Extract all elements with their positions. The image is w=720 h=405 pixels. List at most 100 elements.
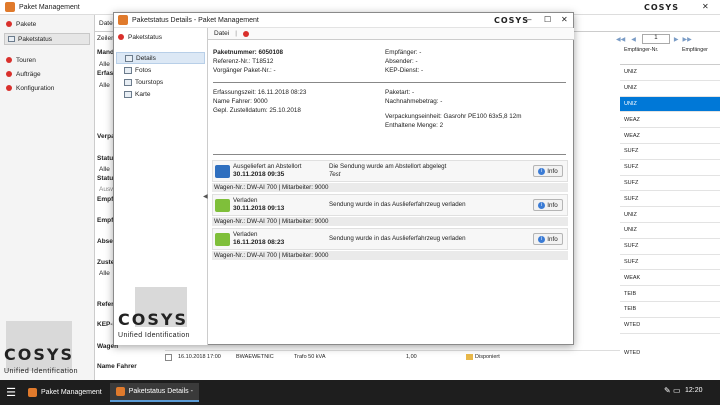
grid-cell: WEAZ <box>624 132 640 139</box>
grid-row[interactable]: WTED <box>620 318 720 334</box>
start-menu-icon[interactable]: ☰ <box>0 386 22 399</box>
grid-row[interactable]: UNIZ <box>620 207 720 223</box>
status-select[interactable]: Alle <box>99 166 110 173</box>
main-window-title: Paket Management <box>19 3 80 11</box>
mandant-label: Mand <box>97 49 114 56</box>
capture-info: Erfassungszeit: 16.11.2018 08:23 Name Fa… <box>213 88 383 115</box>
event-date: 16.11.2018 08:23 <box>233 239 285 246</box>
erfassung-select[interactable]: Alle <box>99 82 110 89</box>
app-icon <box>28 388 37 397</box>
sidebar-item-pakete[interactable]: Pakete <box>0 17 94 31</box>
info-button[interactable]: i Info <box>533 165 563 177</box>
row-code: BWAEWETNIC <box>236 354 274 360</box>
grid-row[interactable]: TEIB <box>620 286 720 302</box>
sidebar-item-konfiguration[interactable]: Konfiguration <box>0 81 94 95</box>
grid-row[interactable]: UNIZ <box>620 223 720 239</box>
grid-row[interactable]: SUFZ <box>620 144 720 160</box>
absender: Absender: - <box>385 58 418 65</box>
prev-page-icon[interactable]: ◀ <box>631 36 636 43</box>
grid-row[interactable]: WEAZ <box>620 128 720 144</box>
refresh-icon[interactable] <box>242 30 249 37</box>
minimize-icon[interactable]: – <box>527 15 531 24</box>
grid-row[interactable]: TEIB <box>620 302 720 318</box>
page-input[interactable]: 1 <box>641 34 670 44</box>
config-icon <box>6 85 12 91</box>
grid-row[interactable]: SUFZ <box>620 239 720 255</box>
modal-brand-text: Unified Identification <box>118 332 190 339</box>
modal-nav: Paketstatus Details Fotos Tourstops Kart… <box>114 28 208 345</box>
sidebar-item-touren[interactable]: Touren <box>0 53 94 67</box>
grid-row[interactable]: UNIZ <box>620 96 720 113</box>
grid-row[interactable]: SUFZ <box>620 176 720 192</box>
grid-row[interactable]: UNIZ <box>620 65 720 81</box>
grid-cell: WEAZ <box>624 116 640 123</box>
grid-cell: SUFZ <box>624 179 639 186</box>
nav-item-fotos[interactable]: Fotos <box>114 64 207 76</box>
close-icon[interactable]: ✕ <box>702 2 709 11</box>
first-page-icon[interactable]: ◀◀ <box>616 36 625 43</box>
tab-datei[interactable]: Date <box>99 20 113 27</box>
paketart: Paketart: - <box>385 89 415 96</box>
event-row[interactable]: Ausgeliefert an Abstellort 30.11.2018 09… <box>212 160 568 182</box>
maximize-icon[interactable]: ☐ <box>544 15 551 24</box>
loaded-icon <box>215 233 230 246</box>
package-info-left: Paketnummer: 6050108 Referenz-Nr.: T1851… <box>213 48 383 75</box>
taskbar-item-paket-management[interactable]: Paket Management <box>22 383 108 402</box>
header-empfaenger[interactable]: Empfänger <box>678 47 708 64</box>
event-status: Verladen <box>233 197 258 204</box>
nav-item-karte[interactable]: Karte <box>114 88 207 100</box>
package-icon <box>6 21 12 27</box>
event-subline: Wagen-Nr.: DW-AI 700 | Mitarbeiter: 9000 <box>212 217 568 226</box>
grid-row[interactable]: WEAK <box>620 270 720 287</box>
event-row[interactable]: Verladen 30.11.2018 09:13 Sendung wurde … <box>212 194 568 216</box>
nav-item-label: Details <box>136 54 156 62</box>
pen-icon[interactable]: ✎ <box>664 386 671 395</box>
next-page-icon[interactable]: ▶ <box>674 36 679 43</box>
grid-cell: SUFZ <box>624 243 639 250</box>
grid-row[interactable]: UNIZ <box>620 81 720 97</box>
info-button[interactable]: i Info <box>533 233 563 245</box>
info-icon: i <box>538 167 546 175</box>
kep-dienst: KEP-Dienst: - <box>385 67 424 74</box>
row-nr: WTED <box>624 350 641 356</box>
grid-row[interactable]: WEAZ <box>620 112 720 129</box>
grid-cell: WEAK <box>624 274 641 281</box>
last-page-icon[interactable]: ▶▶ <box>682 36 691 43</box>
toolbar-separator: | <box>235 30 237 37</box>
nav-header-paketstatus[interactable]: Paketstatus <box>114 30 207 44</box>
grid-row[interactable]: SUFZ <box>620 160 720 176</box>
grid-row[interactable]: SUFZ <box>620 191 720 208</box>
nav-item-details[interactable]: Details <box>116 52 205 64</box>
tours-icon <box>6 57 12 63</box>
delivered-icon <box>215 165 230 178</box>
event-message: Sendung wurde in das Auslieferfahrzeug v… <box>329 235 466 242</box>
package-type-info: Paketart: - Nachnahmebetrag: - Verpackun… <box>385 88 565 130</box>
mandant-select[interactable]: Alle <box>99 61 110 68</box>
grid-cell: SUFZ <box>624 258 639 265</box>
main-brand-text: Unified Identification <box>4 368 79 375</box>
nav-item-tourstops[interactable]: Tourstops <box>114 76 207 88</box>
grid-cell: SUFZ <box>624 164 639 171</box>
taskbar-item-paketstatus-details[interactable]: Paketstatus Details - <box>109 383 199 402</box>
table-row[interactable]: 16.10.2018 17:00 BWAEWETNIC Trafo 50 kVA… <box>165 350 620 363</box>
event-row[interactable]: Verladen 16.11.2018 08:23 Sendung wurde … <box>212 228 568 250</box>
app-icon <box>115 387 125 396</box>
row-status: Disponiert <box>475 354 500 360</box>
modal-brand-logo: COSYS <box>118 310 188 329</box>
zustell-select[interactable]: Alle <box>99 270 110 277</box>
clock[interactable]: 12:20 <box>685 387 703 394</box>
sidebar-item-auftraege[interactable]: Aufträge <box>0 67 94 81</box>
main-brand-logo: COSYS <box>4 345 74 364</box>
modal-app-icon <box>118 15 128 25</box>
collapse-icon[interactable]: ◀ <box>203 193 208 200</box>
header-empfaenger-nr[interactable]: Empfänger-Nr. <box>620 47 678 64</box>
info-button[interactable]: i Info <box>533 199 563 211</box>
modal-close-icon[interactable]: ✕ <box>561 15 568 24</box>
battery-icon[interactable]: ▭ <box>673 386 681 395</box>
row-checkbox[interactable] <box>165 353 172 361</box>
sidebar-item-paketstatus[interactable]: Paketstatus <box>4 33 90 45</box>
menu-datei[interactable]: Datei <box>214 30 229 37</box>
grid-row[interactable]: SUFZ <box>620 255 720 271</box>
name-fahrer: Name Fahrer: 9000 <box>213 98 268 105</box>
name-fahrer-label: Name Fahrer <box>97 363 137 370</box>
